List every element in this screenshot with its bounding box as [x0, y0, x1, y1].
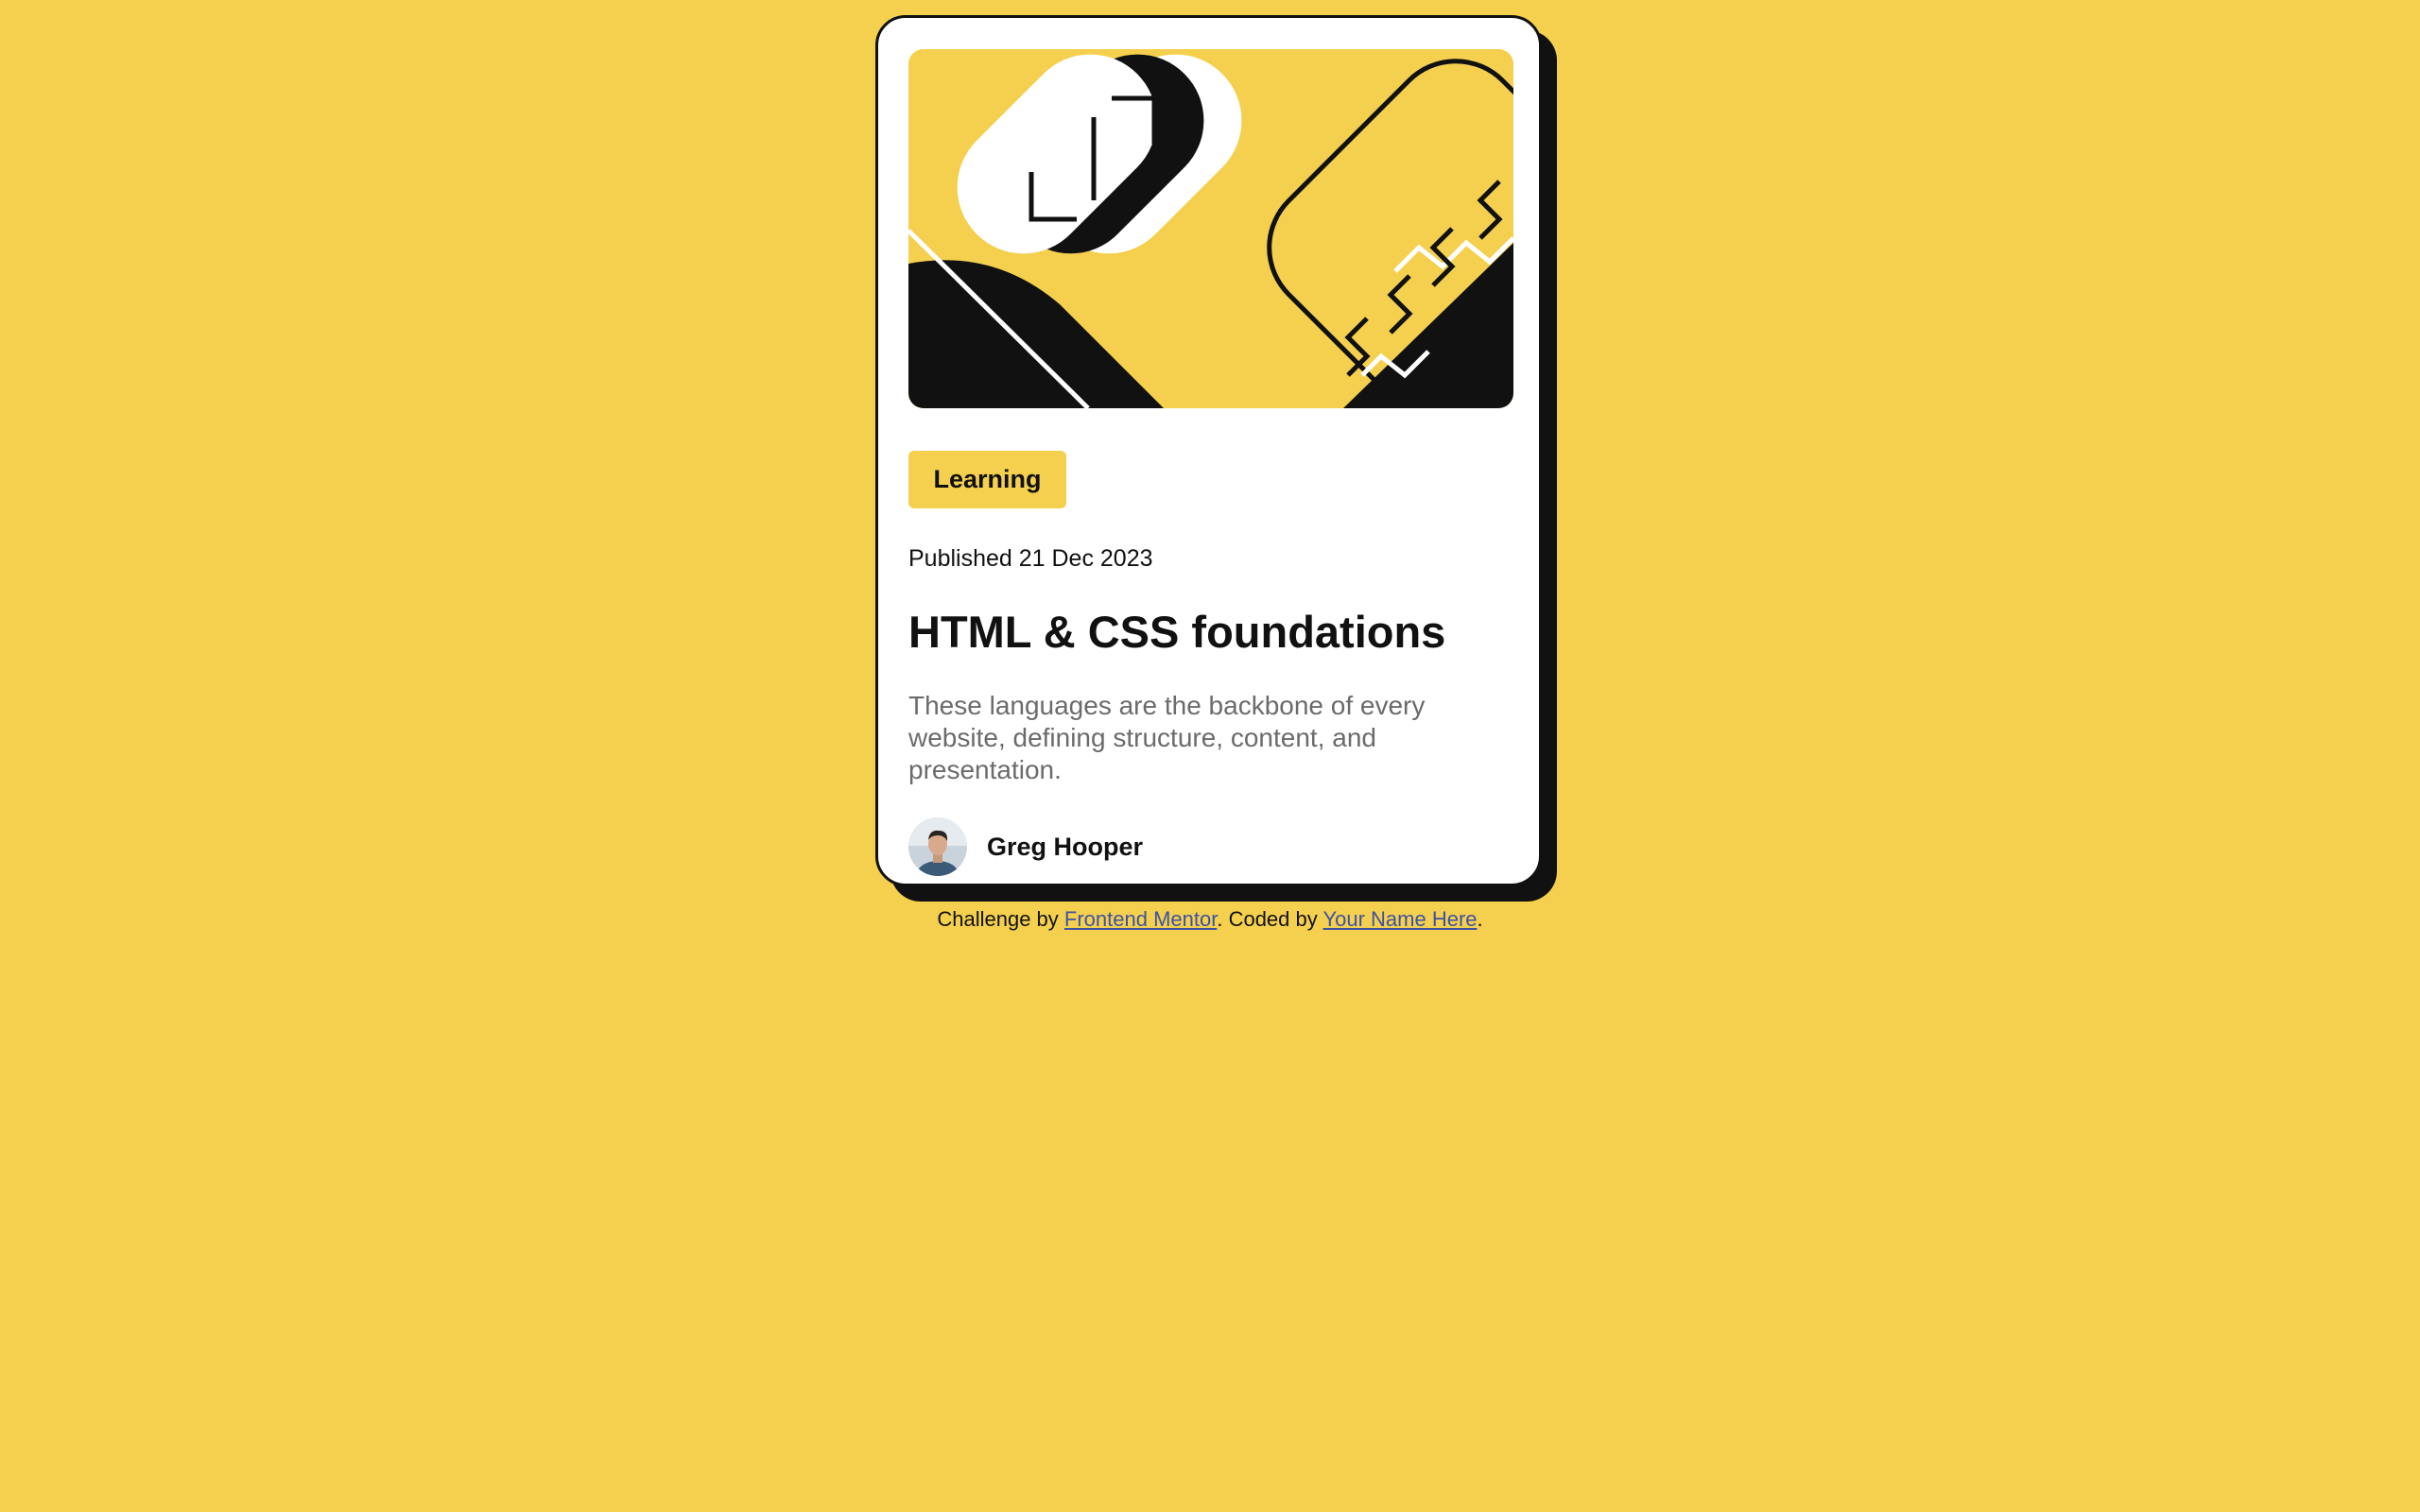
card-description: These languages are the backbone of ever…: [908, 691, 1426, 784]
frontend-mentor-link[interactable]: Frontend Mentor: [1064, 907, 1217, 931]
category-tag: Learning: [908, 451, 1066, 508]
author-avatar: [908, 817, 967, 876]
attribution-suffix: .: [1477, 907, 1483, 931]
avatar-portrait: [908, 817, 967, 876]
author-name: Greg Hooper: [987, 832, 1144, 861]
hero-illustration: [908, 49, 1513, 408]
blog-preview-card[interactable]: Learning Published 21 Dec 2023 HTML & CS…: [875, 15, 1542, 886]
your-name-link[interactable]: Your Name Here: [1322, 907, 1477, 931]
published-date: Published 21 Dec 2023: [908, 545, 1153, 572]
attribution-middle: . Coded by: [1217, 907, 1323, 931]
attribution-prefix: Challenge by: [937, 907, 1064, 931]
card-title[interactable]: HTML & CSS foundations: [908, 604, 1445, 661]
attribution: Challenge by Frontend Mentor. Coded by Y…: [0, 905, 2420, 934]
author: Greg Hooper: [908, 817, 1143, 876]
hero-illustration-graphic: [908, 49, 1513, 408]
page: Learning Published 21 Dec 2023 HTML & CS…: [0, 0, 2420, 1512]
